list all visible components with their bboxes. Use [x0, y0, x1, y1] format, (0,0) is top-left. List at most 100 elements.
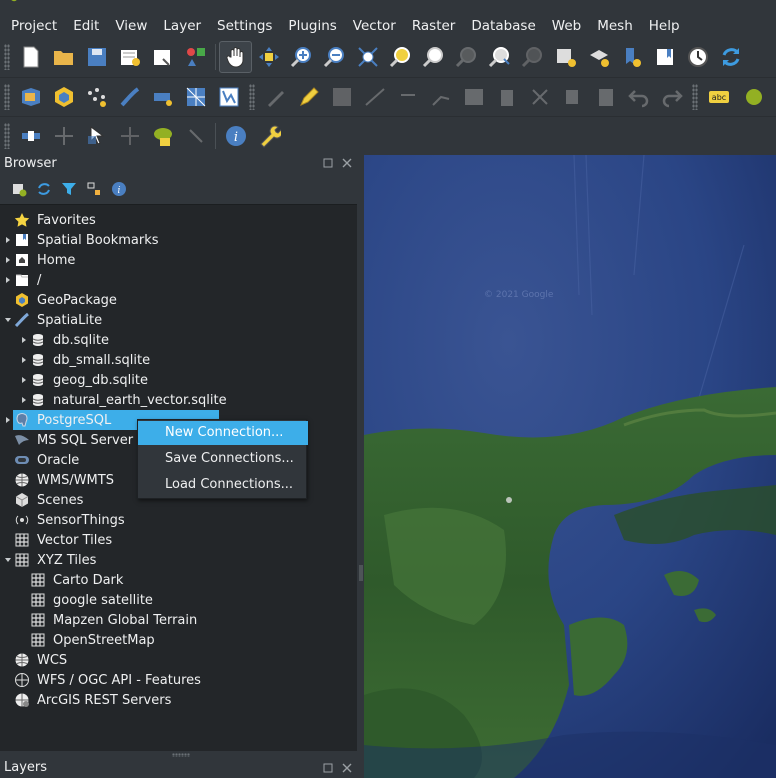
identify-features-button[interactable]	[14, 120, 47, 152]
menu-raster[interactable]: Raster	[404, 15, 464, 37]
menu-project[interactable]: Project	[3, 15, 65, 37]
enable-properties-button[interactable]: i	[106, 179, 131, 199]
collapse-arrow-icon[interactable]	[3, 310, 13, 330]
paste-features-button[interactable]	[589, 81, 622, 113]
menu-mesh[interactable]: Mesh	[589, 15, 641, 37]
toolbar-grip[interactable]	[4, 44, 10, 70]
tree-item-carto-dark[interactable]: Carto Dark	[0, 570, 357, 590]
new-virtual-layer-button[interactable]	[146, 81, 179, 113]
tree-item-spatialite[interactable]: SpatiaLite	[0, 310, 357, 330]
save-layer-edits-button[interactable]	[325, 81, 358, 113]
pan-to-selection-button[interactable]	[252, 41, 285, 73]
new-bookmark-button[interactable]	[615, 41, 648, 73]
tree-item-sensorthings[interactable]: SensorThings	[0, 510, 357, 530]
collapse-arrow-icon[interactable]	[3, 550, 13, 570]
new-map-view-button[interactable]	[549, 41, 582, 73]
expand-arrow-icon[interactable]	[3, 230, 13, 250]
layer-labeling-options-button[interactable]: abc	[702, 81, 735, 113]
redo-button[interactable]	[655, 81, 688, 113]
current-edits-button[interactable]	[259, 81, 292, 113]
toggle-editing-button[interactable]	[292, 81, 325, 113]
expand-arrow-icon[interactable]	[19, 370, 29, 390]
select-features-button[interactable]	[80, 120, 113, 152]
copy-features-button[interactable]	[556, 81, 589, 113]
expand-arrow-icon[interactable]	[3, 270, 13, 290]
menu-plugins[interactable]: Plugins	[280, 15, 344, 37]
cut-features-button[interactable]	[523, 81, 556, 113]
expand-arrow-icon[interactable]	[19, 390, 29, 410]
tree-item-wfs-ogc-api-features[interactable]: WFS / OGC API - Features	[0, 670, 357, 690]
layout-manager-button[interactable]	[146, 41, 179, 73]
add-feature-dropdown-button[interactable]	[391, 81, 424, 113]
tree-item-home[interactable]: Home	[0, 250, 357, 270]
select-by-expression-button[interactable]	[113, 120, 146, 152]
open-project-button[interactable]	[47, 41, 80, 73]
tree-item-wcs[interactable]: WCS	[0, 650, 357, 670]
refresh-browser-button[interactable]	[31, 179, 56, 199]
menu-save-connections[interactable]: Save Connections...	[138, 447, 308, 471]
new-temporary-scratch-layer-button[interactable]	[80, 81, 113, 113]
menu-database[interactable]: Database	[463, 15, 543, 37]
zoom-next-button[interactable]	[516, 41, 549, 73]
new-print-layout-button[interactable]	[113, 41, 146, 73]
menu-vector[interactable]: Vector	[345, 15, 404, 37]
toolbar-grip[interactable]	[4, 83, 10, 110]
close-panel-icon[interactable]	[341, 157, 353, 169]
tree-item-spatial-bookmarks[interactable]: Spatial Bookmarks	[0, 230, 357, 250]
expand-arrow-icon[interactable]	[19, 350, 29, 370]
measure-button[interactable]	[47, 120, 80, 152]
zoom-full-button[interactable]	[351, 41, 384, 73]
add-layers-button[interactable]	[6, 179, 31, 199]
save-project-button[interactable]	[80, 41, 113, 73]
toolbar-grip[interactable]	[249, 83, 255, 110]
menu-web[interactable]: Web	[544, 15, 589, 37]
tree-item-root-folder[interactable]: /	[0, 270, 357, 290]
add-line-feature-button[interactable]	[358, 81, 391, 113]
tree-item-google-satellite[interactable]: google satellite	[0, 590, 357, 610]
new-geopackage-layer-button[interactable]	[47, 81, 80, 113]
zoom-to-selection-button[interactable]	[384, 41, 417, 73]
vertex-tool-button[interactable]	[424, 81, 457, 113]
tree-item-geopackage[interactable]: GeoPackage	[0, 290, 357, 310]
add-vector-tile-button[interactable]	[212, 81, 245, 113]
delete-selected-button[interactable]	[490, 81, 523, 113]
toolbox-button[interactable]	[252, 120, 285, 152]
refresh-button[interactable]	[714, 41, 747, 73]
open-attribute-table-button[interactable]	[146, 120, 179, 152]
map-canvas[interactable]: © 2021 Google	[364, 155, 776, 778]
expand-arrow-icon[interactable]	[3, 410, 13, 430]
map-tips-button[interactable]: i	[219, 120, 252, 152]
style-manager-button[interactable]	[179, 41, 212, 73]
temporal-controller-button[interactable]	[681, 41, 714, 73]
float-panel-icon[interactable]	[322, 157, 334, 169]
filter-browser-button[interactable]	[56, 179, 81, 199]
zoom-out-button[interactable]	[318, 41, 351, 73]
digitize-tool-button[interactable]	[113, 81, 146, 113]
expand-arrow-icon[interactable]	[3, 250, 13, 270]
menu-load-connections[interactable]: Load Connections...	[138, 473, 308, 497]
tree-item-xyz-tiles[interactable]: XYZ Tiles	[0, 550, 357, 570]
menu-settings[interactable]: Settings	[209, 15, 280, 37]
label-tool-button[interactable]	[735, 81, 768, 113]
toolbar-grip[interactable]	[4, 122, 10, 149]
menu-new-connection[interactable]: New Connection...	[138, 421, 308, 445]
zoom-native-button[interactable]	[450, 41, 483, 73]
field-calculator-button[interactable]	[179, 120, 212, 152]
tree-item-arcgis-rest-servers[interactable]: ArcGIS REST Servers	[0, 690, 357, 710]
float-layers-panel-icon[interactable]	[322, 762, 334, 774]
expand-arrow-icon[interactable]	[19, 330, 29, 350]
tree-item-vector-tiles[interactable]: Vector Tiles	[0, 530, 357, 550]
tree-item-geog-db-sqlite[interactable]: geog_db.sqlite	[0, 370, 357, 390]
pan-map-button[interactable]	[219, 41, 252, 73]
toolbar-grip[interactable]	[692, 83, 698, 110]
menu-edit[interactable]: Edit	[65, 15, 107, 37]
modify-attributes-button[interactable]	[457, 81, 490, 113]
tree-item-db-small-sqlite[interactable]: db_small.sqlite	[0, 350, 357, 370]
menu-help[interactable]: Help	[641, 15, 688, 37]
new-project-button[interactable]	[14, 41, 47, 73]
open-data-source-manager-button[interactable]	[14, 81, 47, 113]
tree-item-natural-earth-vector-sqlite[interactable]: natural_earth_vector.sqlite	[0, 390, 357, 410]
dock-resize-grip[interactable]	[172, 753, 190, 757]
tree-item-favorites[interactable]: Favorites	[0, 210, 357, 230]
zoom-last-button[interactable]	[483, 41, 516, 73]
